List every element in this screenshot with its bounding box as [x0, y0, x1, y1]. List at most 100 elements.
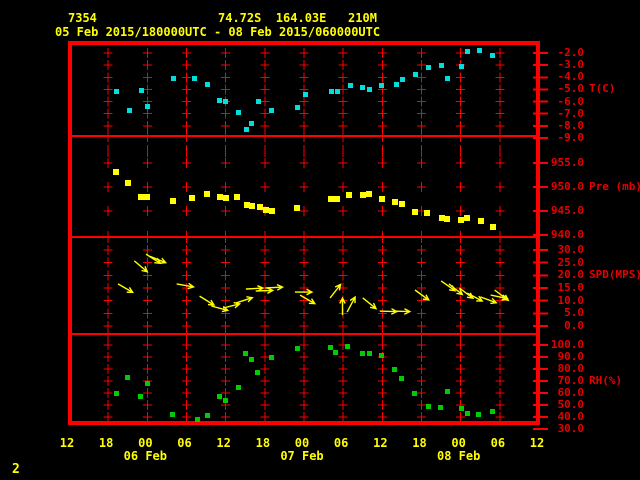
grid-plus	[103, 300, 113, 302]
grid-plus	[417, 356, 426, 358]
grid-plus	[142, 300, 152, 302]
grid-plus	[103, 287, 113, 289]
grid-plus	[495, 312, 505, 314]
grid-plus	[260, 274, 270, 276]
grid-plus	[377, 287, 387, 289]
grid-plus	[299, 300, 309, 302]
pressure-point	[490, 224, 496, 230]
grid-plus	[417, 392, 426, 394]
grid-plus	[299, 88, 309, 90]
grid-plus	[103, 368, 113, 370]
grid-plus	[338, 416, 348, 418]
rh-point	[114, 391, 119, 396]
grid-plus	[495, 162, 505, 164]
wind-arrow	[145, 253, 162, 265]
grid-dash	[421, 231, 422, 243]
grid-plus	[338, 210, 348, 212]
grid-plus	[495, 380, 505, 382]
grid-plus	[142, 162, 152, 164]
grid-plus	[456, 416, 466, 418]
grid-plus	[338, 392, 348, 394]
rh-point	[399, 376, 404, 381]
grid-plus	[260, 325, 270, 327]
grid-plus	[456, 380, 466, 382]
temp-point	[303, 92, 308, 97]
grid-plus	[142, 368, 152, 370]
grid-plus	[299, 162, 309, 164]
y-axis-label: 950.0	[550, 180, 584, 193]
wind-arrow	[299, 294, 317, 305]
grid-plus	[338, 88, 348, 90]
grid-plus	[299, 416, 309, 418]
grid-plus	[103, 249, 113, 251]
rh-point	[217, 394, 222, 399]
pressure-point	[458, 217, 464, 223]
grid-plus	[103, 210, 113, 212]
grid-dash	[225, 130, 227, 142]
grid-dash	[499, 328, 501, 340]
temp-point	[192, 76, 197, 81]
grid-plus	[495, 325, 505, 327]
rh-point	[392, 367, 397, 372]
pressure-point	[334, 196, 340, 202]
grid-plus	[260, 262, 270, 264]
temp-point	[329, 89, 334, 94]
x-axis-hour-label: 12	[373, 436, 388, 450]
grid-plus	[260, 64, 270, 66]
wind-arrow	[362, 297, 378, 310]
pressure-point	[269, 208, 275, 214]
grid-plus	[299, 344, 309, 346]
rh-point	[412, 391, 417, 396]
pressure-point	[366, 191, 372, 197]
grid-plus	[299, 249, 309, 251]
grid-dash	[381, 231, 383, 243]
grid-plus	[103, 404, 113, 406]
grid-plus	[299, 404, 309, 406]
grid-dash	[264, 145, 266, 157]
pressure-point	[217, 194, 223, 200]
temp-point	[171, 76, 176, 81]
grid-plus	[338, 262, 348, 264]
grid-plus	[103, 312, 113, 314]
grid-plus	[377, 249, 387, 251]
grid-plus	[182, 380, 191, 382]
grid-plus	[299, 274, 309, 276]
grid-dash	[225, 328, 227, 340]
temp-point	[465, 49, 470, 54]
grid-plus	[417, 125, 426, 127]
grid-plus	[338, 52, 348, 54]
temp-point	[490, 53, 495, 58]
wind-arrow	[265, 284, 285, 291]
grid-plus	[377, 404, 387, 406]
rh-point	[465, 411, 470, 416]
grid-plus	[260, 113, 270, 115]
grid-plus	[338, 64, 348, 66]
grid-plus	[299, 356, 309, 358]
meteogram-screen: 7354 74.72S 164.03E 210M 05 Feb 2015/180…	[0, 0, 640, 480]
grid-plus	[299, 64, 309, 66]
pressure-point	[249, 203, 255, 209]
grid-dash	[186, 231, 187, 243]
pressure-point	[399, 201, 405, 207]
grid-plus	[417, 76, 426, 78]
grid-plus	[182, 210, 191, 212]
grid-plus	[338, 113, 348, 115]
pressure-point	[204, 191, 210, 197]
grid-dash	[342, 328, 344, 340]
x-axis-date-label: 08 Feb	[436, 449, 481, 463]
grid-plus	[495, 356, 505, 358]
grid-plus	[103, 416, 113, 418]
y-axis-label: 30.0	[557, 243, 585, 256]
grid-plus	[103, 162, 113, 164]
grid-plus	[377, 312, 387, 314]
grid-plus	[221, 125, 231, 127]
grid-dash	[225, 231, 227, 243]
grid-plus	[338, 186, 348, 188]
grid-plus	[142, 356, 152, 358]
grid-dash	[225, 145, 227, 157]
grid-plus	[182, 125, 191, 127]
grid-plus	[142, 344, 152, 346]
grid-plus	[417, 262, 426, 264]
grid-plus	[142, 113, 152, 115]
pressure-point	[125, 180, 131, 186]
